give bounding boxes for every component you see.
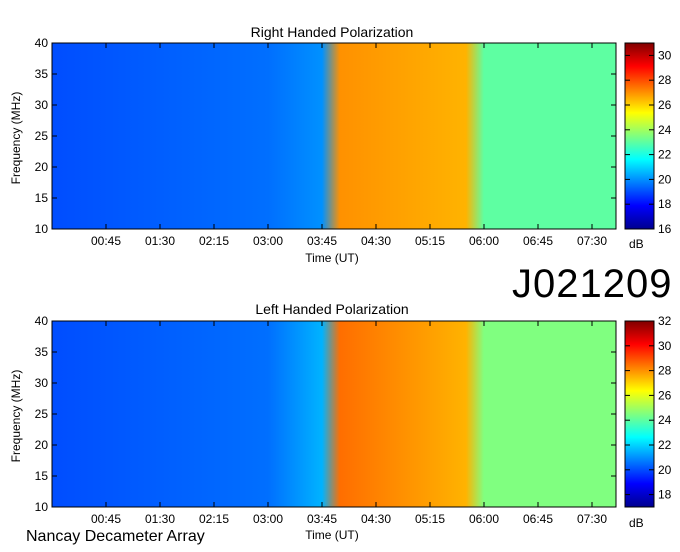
colorbar-tick-label: 20 [658, 172, 672, 186]
x-tick-label: 03:45 [307, 512, 337, 526]
colorbar-tick-label: 30 [658, 48, 672, 62]
intensity-band [466, 321, 484, 507]
colorbar-scale [624, 320, 655, 508]
x-tick-label: 00:45 [91, 512, 121, 526]
y-tick-label: 40 [35, 314, 49, 328]
x-tick-label: 05:15 [415, 512, 445, 526]
y-tick-label: 20 [35, 160, 49, 174]
x-tick-label: 03:00 [253, 512, 283, 526]
y-tick-label: 20 [35, 438, 49, 452]
x-tick-label: 06:00 [469, 234, 499, 248]
y-tick-label: 30 [35, 376, 49, 390]
x-tick-label: 00:45 [91, 234, 121, 248]
colorbar-tick-label: 32 [658, 314, 672, 328]
intensity-band [484, 321, 616, 507]
intensity-band [268, 321, 322, 507]
colorbar-tick-label: 24 [658, 413, 672, 427]
x-tick-label: 06:00 [469, 512, 499, 526]
intensity-band [322, 321, 340, 507]
instrument-name: Nancay Decameter Array [26, 528, 205, 545]
colorbar-tick-label: 26 [658, 388, 672, 402]
intensity-band [52, 43, 268, 229]
intensity-band [322, 43, 340, 229]
x-tick-label: 03:00 [253, 234, 283, 248]
y-tick-label: 15 [35, 469, 49, 483]
intensity-band [52, 321, 268, 507]
x-tick-label: 04:30 [361, 512, 391, 526]
spectrogram-plot: 00:45 01:30 02:15 03:00 03:45 04:30 05:15 06:00… [35, 36, 617, 248]
y-tick-label: 15 [35, 191, 49, 205]
colorbar-tick-label: 22 [658, 438, 672, 452]
x-axis-label: Time (UT) [305, 528, 359, 542]
colorbar-tick-label: 16 [658, 222, 672, 236]
colorbar-tick-label: 18 [658, 488, 672, 502]
x-tick-label: 07:30 [577, 512, 607, 526]
x-tick-label: 07:30 [577, 234, 607, 248]
colorbar-tick-label: 20 [658, 463, 672, 477]
colorbar-tick-label: 28 [658, 73, 672, 87]
panel-title: Right Handed Polarization [251, 24, 414, 40]
x-tick-label: 03:45 [307, 234, 337, 248]
colorbar-tick-label: 22 [658, 148, 672, 162]
colorbar-scale [624, 42, 655, 230]
y-tick-label: 30 [35, 98, 49, 112]
x-tick-label: 06:45 [523, 512, 553, 526]
y-tick-label: 25 [35, 129, 49, 143]
x-tick-label: 01:30 [145, 512, 175, 526]
y-tick-label: 35 [35, 345, 49, 359]
y-tick-label: 40 [35, 36, 49, 50]
colorbar: 18 20 22 24 26 28 30 32 [624, 314, 672, 508]
y-tick-label: 25 [35, 407, 49, 421]
colorbar-tick-label: 18 [658, 197, 672, 211]
y-axis-label: Frequency (MHz) [9, 92, 23, 185]
panel-left-handed: Left Handed Polarization 00:45 01:30 02:15… [9, 301, 672, 542]
y-tick-label: 10 [35, 500, 49, 514]
observation-id: J021209 [512, 262, 673, 306]
x-tick-label: 02:15 [199, 234, 229, 248]
spectrogram-plot: 00:45 01:30 02:15 03:00 03:45 04:30 05:15 06:00… [35, 314, 617, 526]
y-tick-label: 10 [35, 222, 49, 236]
colorbar-unit: dB [629, 237, 644, 251]
panel-right-handed: Right Handed Polarization 00:45 01:30 02:1… [9, 24, 672, 265]
intensity-band [484, 43, 616, 229]
colorbar-tick-label: 26 [658, 98, 672, 112]
colorbar-unit: dB [629, 516, 644, 530]
x-tick-label: 06:45 [523, 234, 553, 248]
x-tick-label: 05:15 [415, 234, 445, 248]
intensity-band [466, 43, 484, 229]
y-axis-label: Frequency (MHz) [9, 370, 23, 463]
panel-title: Left Handed Polarization [255, 301, 408, 317]
intensity-band [340, 321, 466, 507]
colorbar-tick-label: 30 [658, 339, 672, 353]
colorbar-tick-label: 28 [658, 364, 672, 378]
intensity-band [268, 43, 322, 229]
x-tick-label: 02:15 [199, 512, 229, 526]
x-axis-label: Time (UT) [305, 251, 359, 265]
x-tick-label: 01:30 [145, 234, 175, 248]
y-tick-label: 35 [35, 67, 49, 81]
intensity-band [340, 43, 466, 229]
x-tick-label: 04:30 [361, 234, 391, 248]
colorbar: 16 18 20 22 24 26 28 30 [624, 42, 672, 236]
colorbar-tick-label: 24 [658, 123, 672, 137]
